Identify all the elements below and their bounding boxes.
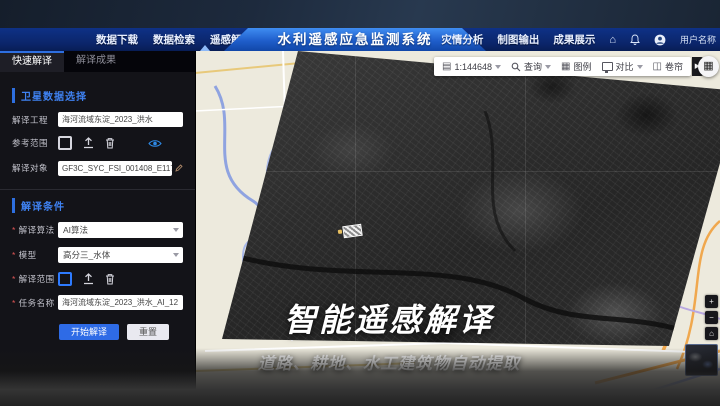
query-control[interactable]: 查询: [511, 60, 551, 73]
chevron-down-icon: [173, 253, 179, 257]
reset-button[interactable]: 重置: [127, 324, 169, 340]
chevron-down-icon: [173, 228, 179, 232]
user-name-label[interactable]: 用户名称: [680, 33, 716, 46]
section-satellite-data: 卫星数据选择: [12, 88, 183, 103]
field-algorithm: 解译算法 AI算法: [12, 222, 183, 238]
algorithm-select[interactable]: AI算法: [58, 222, 183, 238]
map-toolbar: ▤ 1:144648 查询 ▦ 图例 对比 ◫ 卷帘: [434, 57, 691, 76]
chevron-down-icon: [637, 65, 643, 69]
nav-item-map-output[interactable]: 制图输出: [497, 32, 539, 47]
layer-grid-button[interactable]: ▦: [698, 56, 719, 77]
bell-icon[interactable]: [630, 34, 640, 45]
field-reference-range: 参考范围: [12, 136, 183, 150]
user-avatar-icon[interactable]: [654, 34, 666, 46]
task-label: 任务名称: [12, 297, 58, 309]
top-letterbox: [0, 0, 720, 28]
target-input[interactable]: GF3C_SYC_FSI_001408_E117.0_N39.4_202: [58, 161, 172, 176]
zoom-in-button[interactable]: +: [705, 295, 718, 308]
app-window: 数据下载 数据检索 遥感解译 水利遥感应急监测系统 灾情分析 制图输出 成果展示…: [0, 0, 720, 406]
scope-label: 解译范围: [12, 273, 58, 285]
trash-icon[interactable]: [105, 137, 115, 149]
target-label: 解译对象: [12, 162, 58, 174]
compare-label: 对比: [616, 60, 634, 73]
map-zoom-controls: + − ⌂: [705, 295, 718, 340]
swipe-icon: ◫: [653, 62, 662, 72]
tab-quick-interpret[interactable]: 快速解译: [0, 51, 64, 72]
compare-control[interactable]: 对比: [602, 60, 643, 73]
nav-item-data-search[interactable]: 数据检索: [153, 32, 195, 47]
locate-home-button[interactable]: ⌂: [705, 327, 718, 340]
nav-item-results-show[interactable]: 成果展示: [553, 32, 595, 47]
start-interpret-button[interactable]: 开始解译: [59, 324, 119, 340]
bottom-letterbox: [0, 348, 720, 406]
section-divider: [0, 189, 195, 190]
field-project: 解译工程 海河流域东淀_2023_洪水: [12, 112, 183, 127]
home-icon[interactable]: ⌂: [609, 34, 616, 46]
algorithm-value: AI算法: [63, 225, 88, 235]
upload-icon[interactable]: [83, 137, 94, 149]
scale-control[interactable]: ▤ 1:144648: [442, 62, 501, 72]
field-scope: 解译范围: [12, 272, 183, 286]
draw-rect-icon[interactable]: [58, 136, 72, 150]
project-input[interactable]: 海河流域东淀_2023_洪水: [58, 112, 183, 127]
caption-title: 智能遥感解译: [203, 295, 575, 341]
field-model: 模型 高分三_水体: [12, 247, 183, 263]
nav-right-group: 灾情分析 制图输出 成果展示 ⌂ 用户名称: [441, 28, 716, 51]
active-nav-indicator: [200, 45, 210, 51]
panel-tabs: 快速解译 解译成果: [0, 51, 195, 72]
action-buttons: 开始解译 重置: [12, 324, 169, 340]
zoom-out-button[interactable]: −: [705, 311, 718, 324]
legend-label: 图例: [574, 60, 592, 73]
query-label: 查询: [524, 60, 542, 73]
nav-item-data-download[interactable]: 数据下载: [96, 32, 138, 47]
model-label: 模型: [12, 249, 58, 261]
visibility-eye-icon[interactable]: [148, 139, 162, 148]
field-target: 解译对象 GF3C_SYC_FSI_001408_E117.0_N39.4_20…: [12, 159, 183, 177]
section-conditions: 解译条件: [12, 198, 183, 213]
search-icon: [511, 62, 521, 72]
tab-interpret-results[interactable]: 解译成果: [64, 51, 128, 72]
upload-icon[interactable]: [83, 273, 94, 285]
field-task-name: 任务名称 海河流域东淀_2023_洪水_AI_12: [12, 295, 183, 310]
chevron-down-icon: [545, 65, 551, 69]
project-label: 解译工程: [12, 114, 58, 126]
trash-icon[interactable]: [105, 273, 115, 285]
draw-rect-active-icon[interactable]: [58, 272, 72, 286]
reference-label: 参考范围: [12, 137, 58, 149]
model-value: 高分三_水体: [63, 250, 110, 260]
model-select[interactable]: 高分三_水体: [58, 247, 183, 263]
task-name-input[interactable]: 海河流域东淀_2023_洪水_AI_12: [58, 295, 183, 310]
scale-icon: ▤: [442, 62, 451, 72]
swipe-control[interactable]: ◫ 卷帘: [653, 60, 683, 73]
nav-item-disaster-analysis[interactable]: 灾情分析: [441, 32, 483, 47]
main-navbar: 数据下载 数据检索 遥感解译 水利遥感应急监测系统 灾情分析 制图输出 成果展示…: [0, 28, 720, 51]
swipe-label: 卷帘: [665, 60, 683, 73]
legend-icon: ▦: [561, 62, 570, 72]
chevron-down-icon: [495, 65, 501, 69]
compare-icon: [602, 62, 613, 71]
scale-value: 1:144648: [454, 62, 492, 72]
edit-pencil-icon[interactable]: [175, 159, 183, 177]
algorithm-label: 解译算法: [12, 224, 58, 236]
legend-control[interactable]: ▦ 图例: [561, 60, 591, 73]
